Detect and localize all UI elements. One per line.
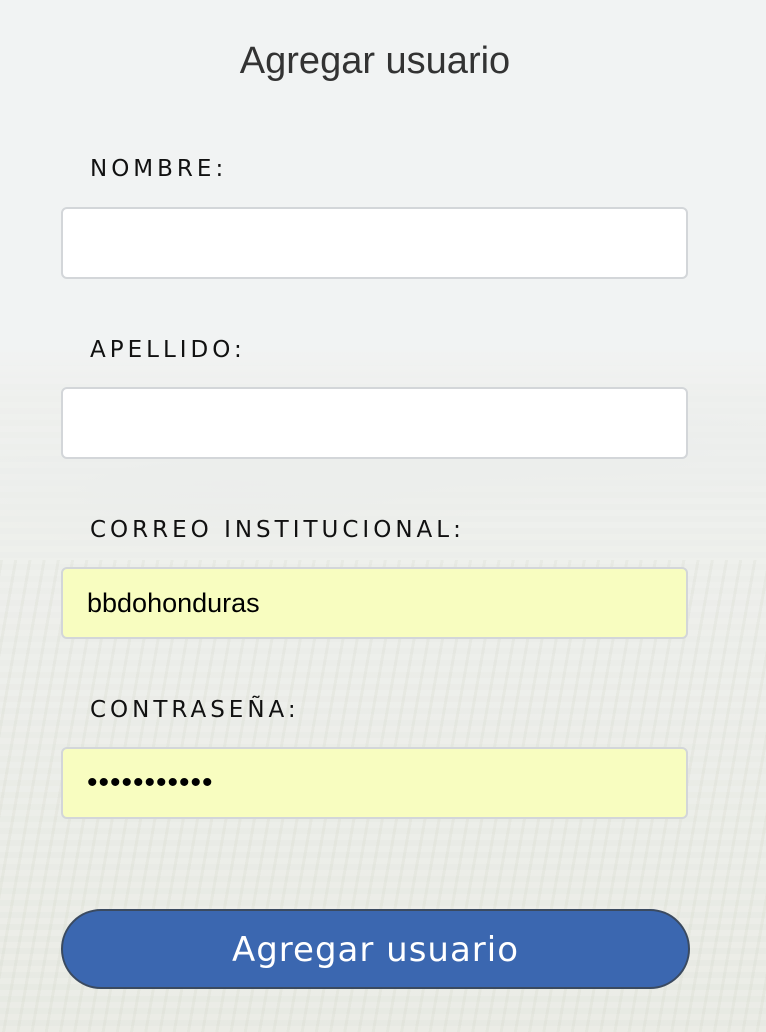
add-user-form: Agregar usuario NOMBRE: APELLIDO: CORREO…	[0, 0, 766, 1032]
contrasena-input[interactable]	[61, 747, 688, 819]
correo-institucional-input[interactable]	[61, 567, 688, 639]
agregar-usuario-button[interactable]: Agregar usuario	[61, 909, 690, 989]
form-title: Agregar usuario	[239, 40, 511, 82]
nombre-input[interactable]	[61, 207, 688, 279]
contrasena-label: CONTRASEÑA:	[90, 697, 300, 723]
nombre-label: NOMBRE:	[90, 156, 228, 182]
apellido-label: APELLIDO:	[90, 337, 246, 363]
correo-institucional-label: CORREO INSTITUCIONAL:	[90, 517, 465, 543]
apellido-input[interactable]	[61, 387, 688, 459]
